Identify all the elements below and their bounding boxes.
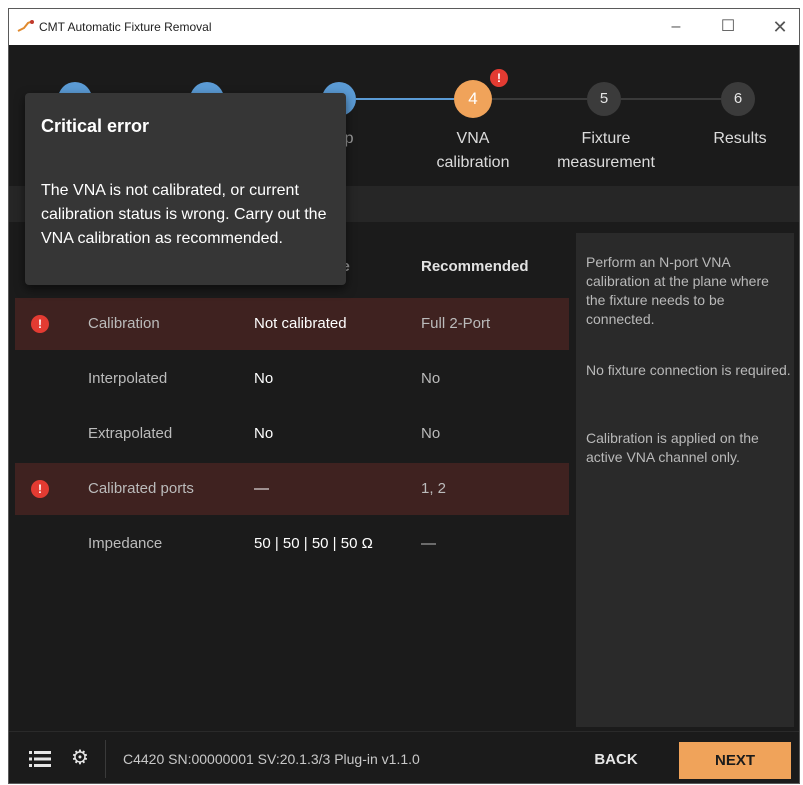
step-error-badge: ! <box>490 69 508 87</box>
description-text: Perform an N-port VNA calibration at the… <box>586 254 769 327</box>
app-icon <box>17 20 34 32</box>
table-row-calibrated-ports: ! Calibrated ports — 1, 2 <box>15 463 569 515</box>
minimize-button[interactable]: – <box>653 11 699 43</box>
error-icon: ! <box>31 315 49 333</box>
row-current: No <box>254 425 274 442</box>
step-4-label: VNA calibration <box>436 130 510 171</box>
calibration-status-table: ...e Recommended ! Calibration Not calib… <box>9 231 569 731</box>
back-button[interactable]: BACK <box>581 746 651 774</box>
step-6-label: Results <box>713 130 767 147</box>
gear-icon[interactable]: ⚙ <box>69 747 91 769</box>
tooltip-body: The VNA is not calibrated, or current ca… <box>41 182 327 247</box>
step-4-circle[interactable]: 4 <box>454 80 492 118</box>
step-5-label: Fixture measurement <box>557 130 655 171</box>
row-recommended: 1, 2 <box>421 480 447 497</box>
row-current: Not calibrated <box>254 315 347 332</box>
table-row-interpolated: Interpolated No No <box>15 353 569 405</box>
row-name: Calibrated ports <box>88 480 194 497</box>
row-name: Extrapolated <box>88 425 173 442</box>
description-text: No fixture connection is required. <box>586 362 791 378</box>
critical-error-tooltip: Critical error The VNA is not calibrated… <box>25 93 346 285</box>
list-icon[interactable] <box>29 750 51 768</box>
description-text: Calibration is applied on the active VNA… <box>586 430 759 465</box>
row-recommended: — <box>421 535 436 552</box>
row-recommended: No <box>421 370 441 387</box>
maximize-button[interactable]: ☐ <box>705 11 751 43</box>
row-name: Interpolated <box>88 370 168 387</box>
footer-bar: ⚙ C4420 SN:00000001 SV:20.1.3/3 Plug-in … <box>9 731 799 783</box>
device-info: C4420 SN:00000001 SV:20.1.3/3 Plug-in v1… <box>123 751 420 767</box>
description-panel: Perform an N-port VNA calibration at the… <box>576 233 794 727</box>
window-title: CMT Automatic Fixture Removal <box>39 20 212 34</box>
row-recommended: Full 2-Port <box>421 315 491 332</box>
row-current: 50 | 50 | 50 | 50 Ω <box>254 535 373 552</box>
close-button[interactable]: ✕ <box>757 11 799 43</box>
row-recommended: No <box>421 425 441 442</box>
error-icon: ! <box>31 480 49 498</box>
title-bar: CMT Automatic Fixture Removal – ☐ ✕ <box>9 9 799 45</box>
row-name: Calibration <box>88 315 160 332</box>
footer-divider <box>105 740 106 778</box>
step-connector <box>356 98 454 100</box>
row-current: No <box>254 370 274 387</box>
header-recommended: Recommended <box>421 258 529 275</box>
row-name: Impedance <box>88 535 163 552</box>
table-row-extrapolated: Extrapolated No No <box>15 408 569 460</box>
row-current: — <box>254 480 269 497</box>
app-window: CMT Automatic Fixture Removal – ☐ ✕ 1 2 … <box>8 8 800 784</box>
tooltip-title: Critical error <box>41 116 150 136</box>
next-button[interactable]: NEXT <box>679 742 791 779</box>
table-row-impedance: Impedance 50 | 50 | 50 | 50 Ω — <box>15 518 569 570</box>
step-5-circle: 5 <box>587 82 621 116</box>
step-6-circle: 6 <box>721 82 755 116</box>
step-connector <box>621 98 721 100</box>
step-connector <box>492 98 587 100</box>
table-row-calibration: ! Calibration Not calibrated Full 2-Port <box>15 298 569 350</box>
